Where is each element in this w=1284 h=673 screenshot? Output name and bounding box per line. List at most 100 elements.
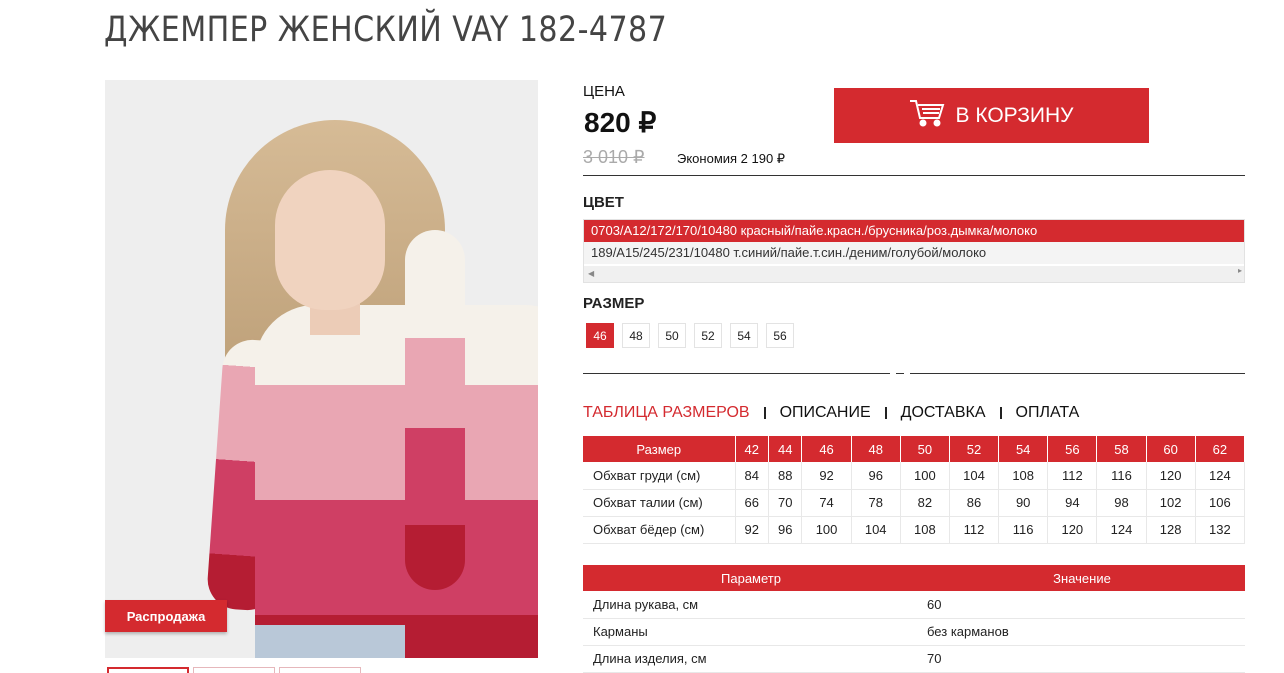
table-cell: 106 bbox=[1195, 489, 1246, 517]
table-cell: 102 bbox=[1146, 489, 1196, 517]
photo-stripe bbox=[255, 385, 538, 500]
scroll-right-icon[interactable]: ▸ bbox=[1238, 266, 1242, 275]
page-title: ДЖЕМПЕР ЖЕНСКИЙ VAY 182-4787 bbox=[104, 10, 668, 50]
thumbnail[interactable] bbox=[107, 667, 189, 673]
table-cell: 92 bbox=[801, 462, 852, 490]
table-cell: Обхват груди (см) bbox=[583, 462, 736, 490]
table-cell: 112 bbox=[949, 516, 1000, 544]
size-option-56[interactable]: 56 bbox=[766, 323, 794, 348]
param-name: Длина изделия, см bbox=[583, 645, 919, 673]
size-selector: 46 48 50 52 54 56 bbox=[586, 323, 794, 348]
size-chart-header: 48 bbox=[851, 436, 901, 462]
tab-description[interactable]: ОПИСАНИЕ bbox=[780, 404, 871, 422]
table-cell: 112 bbox=[1047, 462, 1098, 490]
cart-button-label: В КОРЗИНУ bbox=[955, 103, 1074, 127]
old-price: 3 010 ₽ bbox=[583, 147, 645, 167]
table-row: Карманы без карманов bbox=[583, 618, 1245, 646]
size-chart-header: 54 bbox=[998, 436, 1049, 462]
param-name: Длина рукава, см bbox=[583, 591, 919, 619]
cart-icon bbox=[909, 98, 945, 134]
table-row: Обхват талии (см) 66 70 74 78 82 86 90 9… bbox=[583, 489, 1246, 517]
divider bbox=[583, 175, 1245, 176]
photo-stripe bbox=[255, 305, 538, 385]
table-cell: 88 bbox=[768, 462, 803, 490]
table-cell: 82 bbox=[900, 489, 950, 517]
parameters-header: Значение bbox=[919, 565, 1245, 591]
photo-face bbox=[275, 170, 385, 310]
price-label: ЦЕНА bbox=[583, 83, 625, 100]
table-cell: 70 bbox=[768, 489, 803, 517]
size-option-46[interactable]: 46 bbox=[586, 323, 614, 348]
parameters-table: Параметр Значение Длина рукава, см 60 Ка… bbox=[583, 565, 1245, 673]
table-cell: Обхват талии (см) bbox=[583, 489, 736, 517]
table-row: Длина рукава, см 60 bbox=[583, 591, 1245, 619]
tab-size-table[interactable]: ТАБЛИЦА РАЗМЕРОВ bbox=[583, 404, 750, 422]
color-option[interactable]: 189/A15/245/231/10480 т.синий/пайе.т.син… bbox=[584, 242, 1244, 264]
table-cell: 78 bbox=[851, 489, 901, 517]
table-cell: 108 bbox=[998, 462, 1049, 490]
product-photo[interactable] bbox=[105, 80, 538, 658]
table-cell: 104 bbox=[851, 516, 901, 544]
table-cell: 116 bbox=[998, 516, 1049, 544]
economy-text: Экономия 2 190 ₽ bbox=[677, 151, 786, 166]
divider bbox=[583, 373, 890, 374]
size-chart-header: 46 bbox=[801, 436, 852, 462]
table-cell: 108 bbox=[900, 516, 950, 544]
table-cell: Обхват бёдер (см) bbox=[583, 516, 736, 544]
table-cell: 98 bbox=[1096, 489, 1147, 517]
add-to-cart-button[interactable]: В КОРЗИНУ bbox=[834, 88, 1149, 143]
thumbnail[interactable] bbox=[279, 667, 361, 673]
info-tabs: ТАБЛИЦА РАЗМЕРОВ ОПИСАНИЕ ДОСТАВКА ОПЛАТ… bbox=[583, 404, 1079, 422]
thumbnail-strip bbox=[107, 667, 361, 673]
table-cell: 100 bbox=[900, 462, 950, 490]
table-cell: 90 bbox=[998, 489, 1049, 517]
photo-arm bbox=[405, 230, 465, 590]
table-cell: 132 bbox=[1195, 516, 1246, 544]
photo-jeans bbox=[255, 625, 405, 658]
table-cell: 92 bbox=[735, 516, 769, 544]
parameters-header: Параметр bbox=[583, 565, 919, 591]
tab-payment[interactable]: ОПЛАТА bbox=[1016, 404, 1080, 422]
size-option-54[interactable]: 54 bbox=[730, 323, 758, 348]
table-cell: 86 bbox=[949, 489, 1000, 517]
table-row: Обхват груди (см) 84 88 92 96 100 104 10… bbox=[583, 462, 1246, 490]
table-cell: 96 bbox=[851, 462, 901, 490]
tab-separator bbox=[763, 407, 766, 419]
size-option-52[interactable]: 52 bbox=[694, 323, 722, 348]
table-cell: 124 bbox=[1096, 516, 1147, 544]
color-select-list[interactable]: 0703/A12/172/170/10480 красный/пайе.крас… bbox=[583, 219, 1245, 283]
table-cell: 104 bbox=[949, 462, 1000, 490]
size-chart-header: 60 bbox=[1146, 436, 1196, 462]
table-cell: 120 bbox=[1047, 516, 1098, 544]
table-cell: 124 bbox=[1195, 462, 1246, 490]
size-chart-table: Размер 42 44 46 48 50 52 54 56 58 60 62 … bbox=[583, 436, 1246, 544]
scroll-left-icon[interactable]: ◀ bbox=[588, 269, 594, 278]
table-cell: 96 bbox=[768, 516, 803, 544]
tab-delivery[interactable]: ДОСТАВКА bbox=[901, 404, 986, 422]
current-price: 820 ₽ bbox=[584, 107, 657, 138]
param-value: 70 bbox=[919, 645, 1245, 673]
table-cell: 100 bbox=[801, 516, 852, 544]
color-label: ЦВЕТ bbox=[583, 194, 624, 211]
size-chart-header-row: Размер 42 44 46 48 50 52 54 56 58 60 62 bbox=[583, 436, 1246, 462]
size-option-50[interactable]: 50 bbox=[658, 323, 686, 348]
size-chart-header: Размер bbox=[583, 436, 736, 462]
table-cell: 120 bbox=[1146, 462, 1196, 490]
size-chart-header: 44 bbox=[768, 436, 803, 462]
color-option[interactable]: 0703/A12/172/170/10480 красный/пайе.крас… bbox=[584, 220, 1244, 242]
size-chart-header: 56 bbox=[1047, 436, 1098, 462]
horizontal-scrollbar[interactable]: ◀ bbox=[584, 266, 1244, 282]
param-name: Карманы bbox=[583, 618, 919, 646]
param-value: без карманов bbox=[919, 618, 1245, 646]
parameters-header-row: Параметр Значение bbox=[583, 565, 1245, 591]
table-cell: 84 bbox=[735, 462, 769, 490]
size-chart-header: 52 bbox=[949, 436, 1000, 462]
size-chart-header: 58 bbox=[1096, 436, 1147, 462]
size-chart-header: 50 bbox=[900, 436, 950, 462]
table-cell: 94 bbox=[1047, 489, 1098, 517]
param-value: 60 bbox=[919, 591, 1245, 619]
thumbnail[interactable] bbox=[193, 667, 275, 673]
size-label: РАЗМЕР bbox=[583, 295, 645, 312]
size-option-48[interactable]: 48 bbox=[622, 323, 650, 348]
sale-badge: Распродажа bbox=[105, 600, 227, 632]
